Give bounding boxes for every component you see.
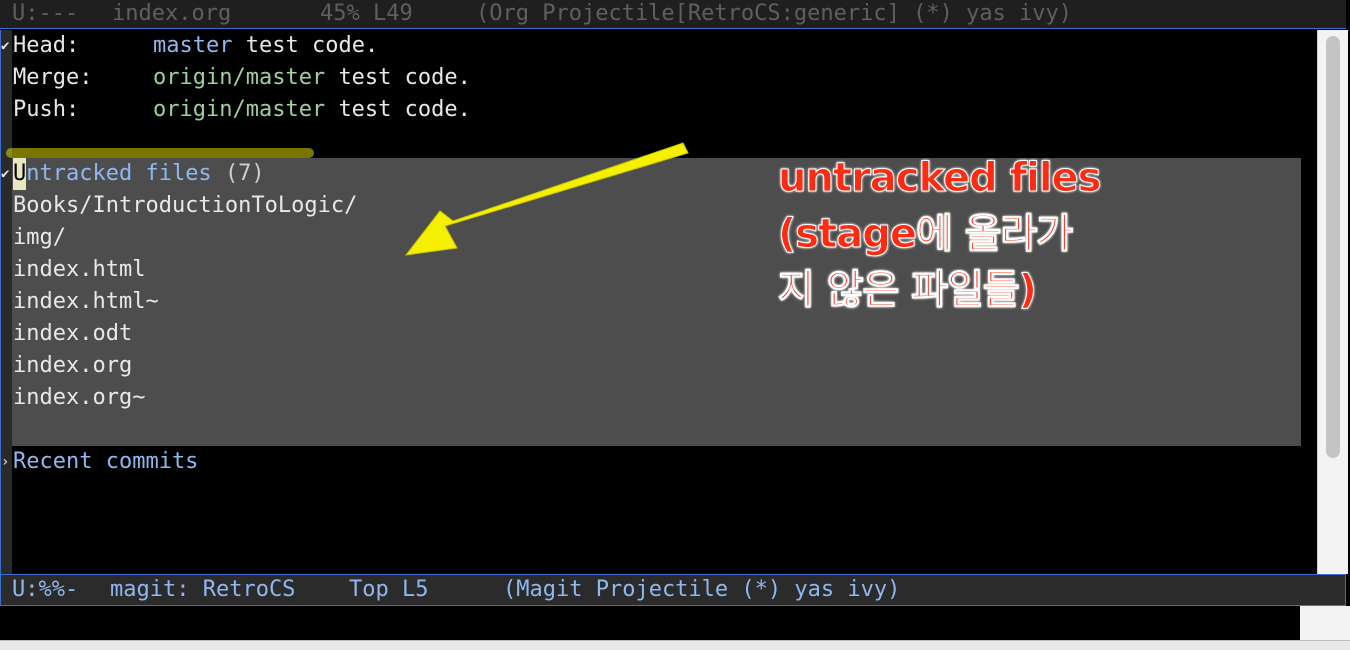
untracked-file-item[interactable]: img/ [13,222,66,254]
merge-key: Merge: [13,65,93,90]
head-branch[interactable]: master [153,33,232,58]
scrollbar[interactable] [1317,30,1348,574]
left-fringe [1,30,12,574]
window-chrome-corner [1300,606,1350,640]
right-fringe [1301,30,1317,574]
head-key: Head: [13,33,80,58]
expanded-chevron-icon[interactable]: ✔ [1,30,13,62]
echo-area[interactable] [0,606,1300,640]
annotation-line: untracked files [778,155,1102,202]
untracked-file-item[interactable]: index.org [13,350,132,382]
untracked-count: (7) [224,161,265,186]
bottom-modeline-buffer-name[interactable]: magit: RetroCS [110,575,295,605]
push-branch[interactable]: origin/master [153,97,325,122]
top-mode-line: U:--- index.org 45% L49 (Org Projectile[… [0,0,1346,29]
untracked-heading-label: ntracked files [26,161,212,186]
merge-branch[interactable]: origin/master [153,65,325,90]
bottom-modeline-state: U:%%- [12,577,79,602]
recent-commits-heading[interactable]: Recent commits [13,446,198,478]
push-key: Push: [13,97,80,122]
window-bottom-edge [0,640,1350,650]
untracked-file-item[interactable]: index.odt [13,318,132,350]
head-message: test code. [245,33,379,58]
annotation-line: 지 않은 파일들) [778,267,1038,314]
top-modeline-modes[interactable]: (Org Projectile[RetroCS:generic] (*) yas… [476,0,1072,28]
text-cursor: U [13,158,27,190]
highlighter-mark [6,148,314,158]
push-message: test code. [338,97,471,122]
merge-message: test code. [338,65,471,90]
top-modeline-position: 45% L49 [320,1,413,26]
untracked-file-item[interactable]: Books/IntroductionToLogic/ [13,190,357,222]
untracked-section-heading[interactable]: Untracked files (7) [13,158,265,190]
top-modeline-state: U:--- [12,1,79,26]
head-row[interactable]: Head: master test code. [13,30,378,62]
untracked-file-item[interactable]: index.html [13,254,145,286]
top-modeline-buffer-name[interactable]: index.org [112,0,231,28]
untracked-file-item[interactable]: index.html~ [13,286,159,318]
scrollbar-thumb[interactable] [1326,36,1340,458]
collapsed-chevron-icon[interactable]: › [1,446,13,478]
merge-row[interactable]: Merge: origin/master test code. [13,62,471,94]
bottom-modeline-position: Top L5 [349,577,429,602]
annotation-callout: untracked files (stage에 올라가 지 않은 파일들) [778,150,1178,318]
expanded-chevron-icon[interactable]: ✔ [1,158,13,190]
bottom-mode-line: U:%%- magit: RetroCS Top L5 (Magit Proje… [0,574,1346,606]
untracked-file-item[interactable]: index.org~ [13,382,145,414]
push-row[interactable]: Push: origin/master test code. [13,94,471,126]
bottom-modeline-modes[interactable]: (Magit Projectile (*) yas ivy) [503,575,900,605]
annotation-line: (stage에 올라가 [778,211,1074,258]
